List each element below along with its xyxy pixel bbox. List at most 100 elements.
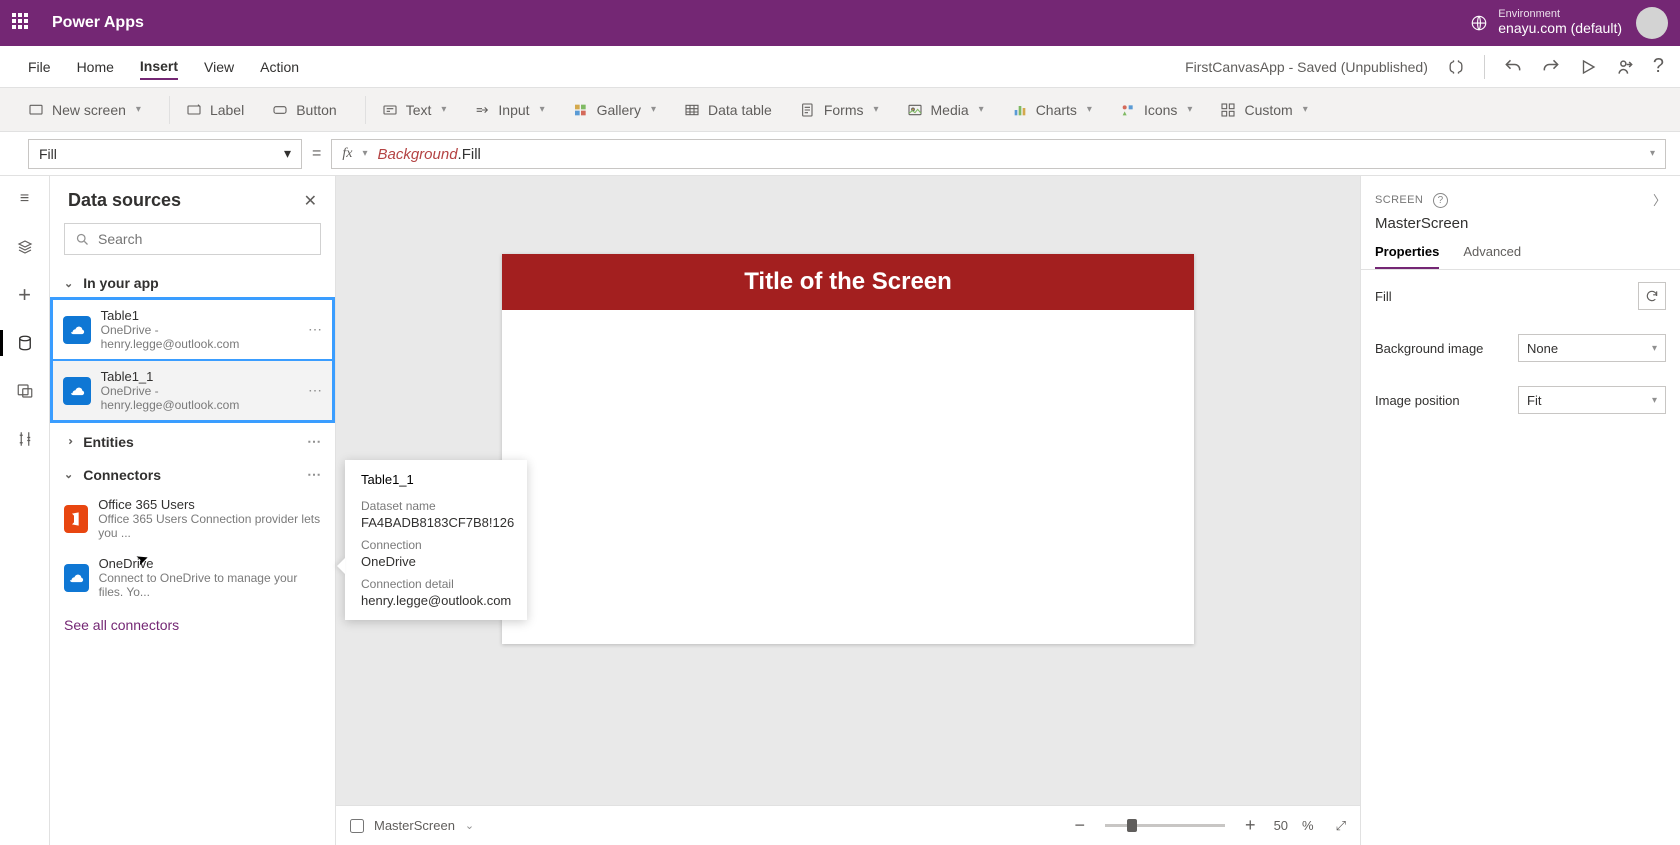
app-checker-icon[interactable] [1446,57,1466,77]
chevron-right-icon: ⌄ [62,437,75,446]
menu-insert[interactable]: Insert [140,54,178,80]
see-all-connectors-link[interactable]: See all connectors [50,607,335,643]
formula-text: Background.Fill [377,145,480,163]
prop-fill-label: Fill [1375,289,1392,304]
section-connectors[interactable]: ⌄ Connectors ⋯ [50,456,335,489]
charts-dropdown[interactable]: Charts▾ [1012,102,1092,118]
menu-home[interactable]: Home [77,55,114,79]
office365-icon [64,505,88,533]
insert-ribbon: New screen ▾ Label Button Text▾ Input▾ Ga… [0,88,1680,132]
data-source-item[interactable]: Table1_1OneDrive - henry.legge@outlook.c… [53,359,332,420]
data-source-tooltip: Table1_1 Dataset name FA4BADB8183CF7B8!1… [345,460,527,620]
label-button[interactable]: Label [186,102,244,118]
prop-bgimage-select[interactable]: None▾ [1518,334,1666,362]
properties-section-label: SCREEN [1375,194,1423,206]
chevron-down-icon: ▾ [1087,104,1092,115]
properties-screen-name: MasterScreen [1361,209,1680,244]
prop-bgimage-label: Background image [1375,341,1483,356]
play-icon[interactable] [1579,58,1597,76]
divider [169,96,170,124]
help-icon[interactable]: ? [1653,55,1664,78]
data-table-button[interactable]: Data table [684,102,772,118]
undo-icon[interactable] [1503,57,1523,77]
chevron-down-icon: ⌄ [64,468,73,481]
media-rail-icon[interactable] [14,380,36,402]
fx-icon: fx [342,146,352,162]
new-screen-label: New screen [52,102,126,118]
gallery-dropdown[interactable]: Gallery▾ [573,102,656,118]
chevron-down-icon: ▾ [441,104,446,115]
app-title: Power Apps [52,14,144,32]
tools-icon[interactable] [14,428,36,450]
zoom-in-button[interactable]: + [1245,815,1256,836]
tab-properties[interactable]: Properties [1375,244,1439,269]
section-in-your-app[interactable]: ⌄ In your app [50,265,335,297]
help-icon[interactable]: ? [1433,193,1448,208]
data-sources-panel: Data sources ✕ ⌄ In your app Table1OneDr… [50,176,336,845]
prop-imgpos-select[interactable]: Fit▾ [1518,386,1666,414]
canvas-footer: MasterScreen ⌄ − + 50 % ⤢ [336,805,1360,845]
insert-icon[interactable] [14,236,36,258]
environment-picker[interactable]: Environment enayu.com (default) [1470,8,1622,38]
connector-item[interactable]: OneDriveConnect to OneDrive to manage yo… [50,548,335,607]
tree-view-icon[interactable]: ≡ [14,188,36,210]
add-icon[interactable]: + [14,284,36,306]
icons-dropdown[interactable]: Icons▾ [1120,102,1193,118]
chevron-down-icon: ▾ [136,104,141,115]
waffle-icon[interactable] [12,13,32,33]
search-field[interactable] [98,231,310,247]
share-icon[interactable] [1615,57,1635,77]
fill-refresh-button[interactable] [1638,282,1666,310]
onedrive-icon [63,377,91,405]
chevron-down-icon: ⌄ [64,277,73,290]
close-icon[interactable]: ✕ [304,191,317,211]
chevron-down-icon: ▾ [651,104,656,115]
environment-label: Environment [1498,8,1622,20]
more-icon[interactable]: ⋯ [308,321,322,338]
connector-item[interactable]: Office 365 UsersOffice 365 Users Connect… [50,489,335,548]
media-dropdown[interactable]: Media▾ [907,102,984,118]
custom-dropdown[interactable]: Custom▾ [1220,102,1307,118]
button-button[interactable]: Button [272,102,336,118]
environment-value: enayu.com (default) [1498,20,1622,36]
selected-data-sources: Table1OneDrive - henry.legge@outlook.com… [50,297,335,423]
data-source-item[interactable]: Table1OneDrive - henry.legge@outlook.com… [53,300,332,359]
new-screen-button[interactable]: New screen ▾ [28,102,141,118]
property-selector[interactable]: Fill ▾ [28,139,302,169]
data-search-input[interactable] [64,223,321,255]
onedrive-icon [63,316,91,344]
chevron-right-icon[interactable]: 〉 [1653,190,1666,209]
formula-input[interactable]: fx ▾ Background.Fill ▾ [331,139,1666,169]
zoom-slider[interactable] [1105,824,1225,827]
menu-bar: File Home Insert View Action FirstCanvas… [0,46,1680,88]
input-dropdown[interactable]: Input▾ [474,102,544,118]
more-icon[interactable]: ⋯ [307,466,321,483]
more-icon[interactable]: ⋯ [307,433,321,450]
equals-label: = [312,145,321,163]
menu-action[interactable]: Action [260,55,299,79]
menu-view[interactable]: View [204,55,234,79]
text-dropdown[interactable]: Text▾ [382,102,447,118]
onedrive-icon [64,564,89,592]
redo-icon[interactable] [1541,57,1561,77]
zoom-value: 50 [1274,818,1288,833]
chevron-down-icon[interactable]: ⌄ [465,819,474,832]
screen-select-checkbox[interactable] [350,819,364,833]
zoom-out-button[interactable]: − [1075,815,1086,836]
canvas-screen[interactable]: Title of the Screen [502,254,1194,644]
fit-to-screen-icon[interactable]: ⤢ [1336,818,1346,834]
tab-advanced[interactable]: Advanced [1463,244,1521,269]
formula-bar: Fill ▾ = fx ▾ Background.Fill ▾ [0,132,1680,176]
chevron-down-icon: ▾ [979,104,984,115]
forms-dropdown[interactable]: Forms▾ [800,102,879,118]
tooltip-title: Table1_1 [361,472,511,487]
divider [1484,55,1485,79]
more-icon[interactable]: ⋯ [308,382,322,399]
section-entities[interactable]: ⌄ Entities ⋯ [50,423,335,456]
chevron-down-icon: ▾ [362,148,367,159]
menu-file[interactable]: File [28,55,51,79]
chevron-down-icon: ▾ [873,104,878,115]
avatar[interactable] [1636,7,1668,39]
data-icon[interactable] [14,332,36,354]
chevron-down-icon[interactable]: ▾ [1650,148,1655,159]
